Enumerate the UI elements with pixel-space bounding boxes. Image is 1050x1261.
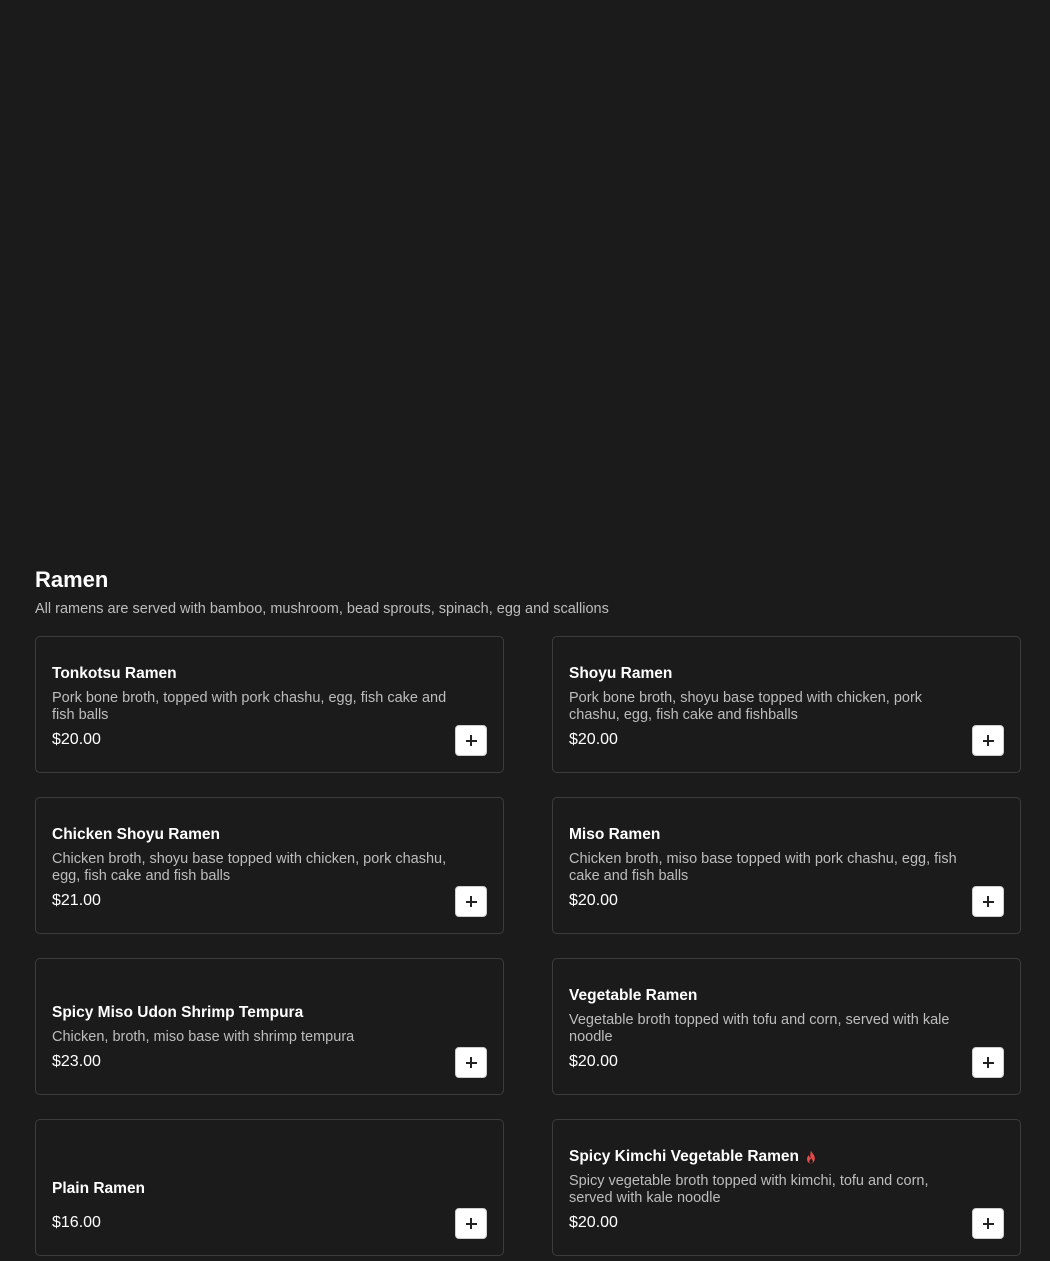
add-to-cart-button[interactable]: [972, 1047, 1004, 1078]
add-to-cart-button[interactable]: [455, 1047, 487, 1078]
menu-item-card[interactable]: Spicy Kimchi Vegetable Ramen Spicy veget…: [552, 1119, 1021, 1256]
menu-item-price: $16.00: [52, 1214, 101, 1231]
menu-item-name-text: Shoyu Ramen: [569, 665, 673, 682]
flame-icon: [807, 1150, 815, 1164]
menu-item-price: $20.00: [569, 1053, 618, 1070]
menu-item-info: Spicy Miso Udon Shrimp Tempura Chicken, …: [52, 1003, 453, 1072]
menu-item-card[interactable]: Tonkotsu Ramen Pork bone broth, topped w…: [35, 636, 504, 773]
menu-item-name: Shoyu Ramen: [569, 664, 970, 684]
menu-item-price: $21.00: [52, 892, 101, 909]
add-to-cart-button[interactable]: [455, 1208, 487, 1239]
add-to-cart-button[interactable]: [972, 725, 1004, 756]
plus-icon: [982, 896, 994, 907]
plus-icon: [465, 735, 477, 746]
menu-item-description: Chicken, broth, miso base with shrimp te…: [52, 1029, 355, 1045]
menu-item-name: Spicy Kimchi Vegetable Ramen: [569, 1147, 970, 1167]
add-to-cart-button[interactable]: [455, 886, 487, 917]
menu-item-card[interactable]: Plain Ramen $16.00: [35, 1119, 504, 1256]
menu-item-name: Chicken Shoyu Ramen: [52, 825, 453, 845]
add-to-cart-button[interactable]: [972, 886, 1004, 917]
menu-item-info: Tonkotsu Ramen Pork bone broth, topped w…: [52, 664, 453, 750]
menu-item-price: $20.00: [569, 1214, 618, 1231]
menu-item-name: Miso Ramen: [569, 825, 970, 845]
menu-item-description: Spicy vegetable broth topped with kimchi…: [569, 1173, 929, 1206]
section-subtitle: All ramens are served with bamboo, mushr…: [35, 601, 609, 617]
menu-page: Ramen All ramens are served with bamboo,…: [0, 0, 1050, 1261]
menu-item-info: Miso Ramen Chicken broth, miso base topp…: [569, 825, 970, 911]
menu-item-name-text: Chicken Shoyu Ramen: [52, 826, 220, 843]
menu-item-name-text: Vegetable Ramen: [569, 987, 698, 1004]
menu-item-info: Spicy Kimchi Vegetable Ramen Spicy veget…: [569, 1147, 970, 1233]
menu-item-price: $20.00: [569, 892, 618, 909]
menu-item-name: Tonkotsu Ramen: [52, 664, 453, 684]
menu-item-card[interactable]: Shoyu Ramen Pork bone broth, shoyu base …: [552, 636, 1021, 773]
menu-item-description: Chicken broth, miso base topped with por…: [569, 851, 957, 884]
menu-item-name: Plain Ramen: [52, 1179, 453, 1199]
menu-item-card[interactable]: Chicken Shoyu Ramen Chicken broth, shoyu…: [35, 797, 504, 934]
menu-item-info: Chicken Shoyu Ramen Chicken broth, shoyu…: [52, 825, 453, 911]
menu-item-card[interactable]: Miso Ramen Chicken broth, miso base topp…: [552, 797, 1021, 934]
plus-icon: [465, 896, 477, 907]
menu-item-name-text: Spicy Miso Udon Shrimp Tempura: [52, 1004, 304, 1021]
menu-item-name-text: Tonkotsu Ramen: [52, 665, 177, 682]
menu-item-card[interactable]: Spicy Miso Udon Shrimp Tempura Chicken, …: [35, 958, 504, 1095]
menu-item-name-text: Plain Ramen: [52, 1180, 146, 1197]
menu-item-name-text: Miso Ramen: [569, 826, 661, 843]
menu-item-description: Chicken broth, shoyu base topped with ch…: [52, 851, 447, 884]
plus-icon: [982, 1057, 994, 1068]
plus-icon: [465, 1057, 477, 1068]
menu-item-name: Spicy Miso Udon Shrimp Tempura: [52, 1003, 453, 1023]
menu-item-description: Pork bone broth, topped with pork chashu…: [52, 690, 447, 723]
menu-item-card[interactable]: Vegetable Ramen Vegetable broth topped w…: [552, 958, 1021, 1095]
menu-item-price: $23.00: [52, 1053, 101, 1070]
menu-item-name-text: Spicy Kimchi Vegetable Ramen: [569, 1148, 800, 1165]
menu-item-price: $20.00: [569, 731, 618, 748]
menu-item-description: Pork bone broth, shoyu base topped with …: [569, 690, 923, 723]
section-header: Ramen All ramens are served with bamboo,…: [35, 566, 609, 618]
plus-icon: [982, 735, 994, 746]
add-to-cart-button[interactable]: [455, 725, 487, 756]
menu-item-description: Vegetable broth topped with tofu and cor…: [569, 1012, 950, 1045]
plus-icon: [465, 1218, 477, 1229]
menu-item-info: Shoyu Ramen Pork bone broth, shoyu base …: [569, 664, 970, 750]
menu-item-price: $20.00: [52, 731, 101, 748]
plus-icon: [982, 1218, 994, 1229]
section-title: Ramen: [35, 567, 109, 592]
menu-item-info: Vegetable Ramen Vegetable broth topped w…: [569, 986, 970, 1072]
menu-item-info: Plain Ramen $16.00: [52, 1179, 453, 1233]
add-to-cart-button[interactable]: [972, 1208, 1004, 1239]
menu-item-name: Vegetable Ramen: [569, 986, 970, 1006]
menu-item-grid: Tonkotsu Ramen Pork bone broth, topped w…: [35, 636, 1021, 1256]
